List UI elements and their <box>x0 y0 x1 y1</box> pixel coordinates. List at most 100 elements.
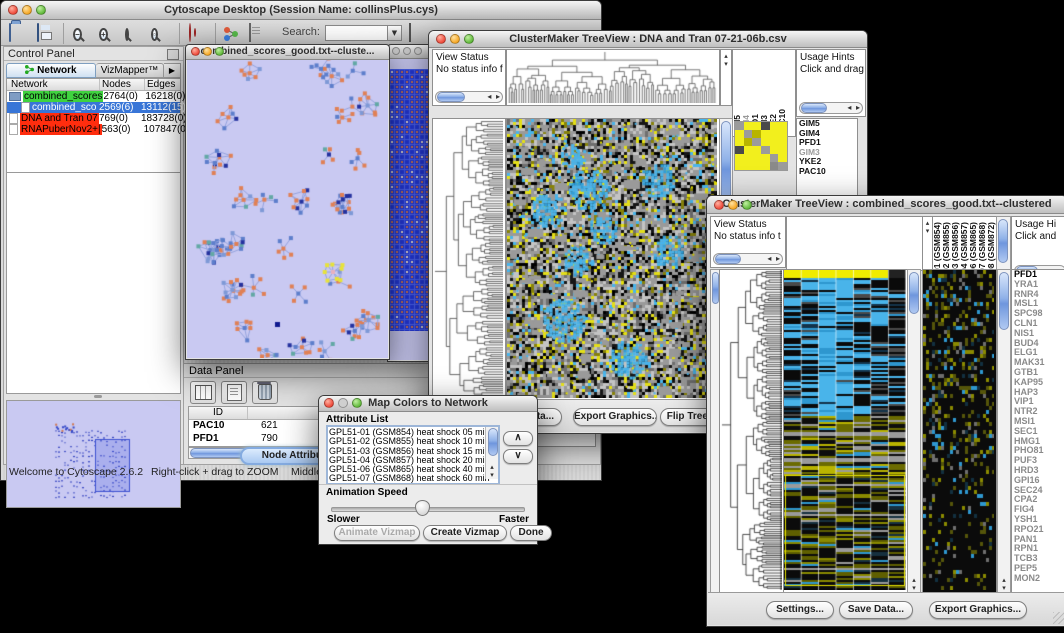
attribute-list-vscrollbar[interactable]: ▴▾ <box>485 427 498 479</box>
gene-name-list[interactable]: PFD1YRA1RNR4MSL1SPC98CLN1NIS1BUD4ELG1MAK… <box>1011 269 1064 593</box>
heatmap-main[interactable] <box>783 269 909 593</box>
zoom-button[interactable] <box>464 34 474 44</box>
status-welcome: Welcome to Cytoscape 2.6.2 <box>9 464 143 480</box>
minimize-button[interactable] <box>450 34 460 44</box>
animation-speed-label: Animation Speed <box>326 487 408 498</box>
zoom-fit-icon <box>125 28 129 41</box>
folder-icon <box>9 92 21 101</box>
zoom-button[interactable] <box>414 47 422 55</box>
minimize-button[interactable] <box>728 200 738 210</box>
float-panel-icon[interactable] <box>167 49 179 60</box>
search-dropdown-button[interactable]: ▼ <box>387 25 402 41</box>
global-vscrollbar[interactable]: ▴▾ <box>997 269 1011 593</box>
close-button[interactable] <box>714 200 724 210</box>
resize-grip[interactable] <box>1053 612 1064 624</box>
zoom-out-icon: − <box>73 28 82 41</box>
network-canvas-area[interactable] <box>389 59 433 360</box>
treeview-window-combined: ClusterMaker TreeView : combined_scores_… <box>706 195 1064 627</box>
close-button[interactable] <box>436 34 446 44</box>
open-session-button[interactable] <box>9 24 31 43</box>
tab-vizmapper[interactable]: VizMapper™ <box>96 63 164 78</box>
close-button[interactable] <box>392 47 400 55</box>
zoom-in-icon: + <box>99 28 108 41</box>
minimize-button[interactable] <box>403 47 411 55</box>
create-vizmap-button[interactable]: Create Vizmap <box>423 525 507 541</box>
global-heatmap-view[interactable] <box>922 269 997 593</box>
network-canvas-area[interactable] <box>187 60 388 358</box>
close-button[interactable] <box>324 398 334 408</box>
zoom-button[interactable] <box>352 398 362 408</box>
network-view-window[interactable]: combined_scores_good.txt--cluste... <box>185 44 390 360</box>
table-row[interactable]: DNA and Tran 07 769(0) 183728(0) <box>7 113 180 124</box>
animate-vizmap-button[interactable]: Animate Vizmap <box>334 525 420 541</box>
save-data-button[interactable]: Save Data... <box>839 601 913 619</box>
heatmap-vscrollbar[interactable]: ▴▾ <box>907 269 921 593</box>
folder-open-icon <box>9 23 11 42</box>
vizmap-shortcut-button[interactable] <box>223 24 245 43</box>
id-column-header[interactable]: ID <box>189 407 248 419</box>
column-dendrogram[interactable] <box>506 49 720 106</box>
main-window-title: Cytoscape Desktop (Session Name: collins… <box>164 4 438 16</box>
network-tab-icon <box>25 65 34 74</box>
zoom-in-button[interactable]: + <box>99 24 121 43</box>
faster-label: Faster <box>499 514 529 525</box>
treeview2-footer: Settings... Save Data... Export Graphics… <box>708 592 1064 625</box>
help-button[interactable] <box>189 24 211 43</box>
minimize-button[interactable] <box>22 5 32 15</box>
attribute-list[interactable]: GPL51-01 (GSM854) heat shock 05 minGPL51… <box>326 425 500 485</box>
zoom-selected-button[interactable]: ▫ <box>151 24 173 43</box>
annotation-button[interactable] <box>249 24 271 43</box>
usage-hints-scrollbar[interactable]: ◂ ▸ <box>799 102 863 114</box>
dense-network-canvas[interactable] <box>389 69 433 331</box>
delete-attribute-button[interactable] <box>252 381 278 404</box>
move-down-button[interactable]: ∨ <box>503 449 533 464</box>
main-titlebar[interactable]: Cytoscape Desktop (Session Name: collins… <box>1 1 601 20</box>
file-icon <box>9 113 18 124</box>
birdseye-canvas[interactable] <box>7 401 180 505</box>
zoom-button[interactable] <box>742 200 752 210</box>
heatmap-main[interactable] <box>506 118 720 401</box>
save-session-button[interactable] <box>37 24 59 43</box>
table-row-selected[interactable]: combined_sco 2569(6) 13112(15) <box>7 102 180 113</box>
status-hint-zoom: Right-click + drag to ZOOM <box>151 464 279 480</box>
zoom-out-button[interactable]: − <box>73 24 95 43</box>
settings-button[interactable]: Settings... <box>766 601 834 619</box>
desktop: Cytoscape Desktop (Session Name: collins… <box>0 0 1064 633</box>
table-row[interactable]: combined_scores 2764(0) 16218(0) <box>7 91 180 102</box>
close-button[interactable] <box>8 5 18 15</box>
table-icon <box>195 385 212 400</box>
zoom-button[interactable] <box>215 47 224 56</box>
create-attribute-button[interactable] <box>221 381 247 404</box>
minimize-button[interactable] <box>338 398 348 408</box>
search-input[interactable] <box>325 25 389 41</box>
global-matrix-view[interactable] <box>734 121 788 171</box>
row-dendrogram[interactable] <box>719 269 785 593</box>
view-status-scrollbar[interactable]: ◂ ▸ <box>435 91 503 103</box>
export-graphics-button[interactable]: Export Graphics... <box>929 601 1027 619</box>
attribute-items[interactable]: GPL51-01 (GSM854) heat shock 05 minGPL51… <box>329 428 485 484</box>
move-up-button[interactable]: ∧ <box>503 431 533 446</box>
control-panel: Control Panel Network VizMapper™ ▶ Netwo… <box>3 46 184 465</box>
row-dendrogram[interactable] <box>432 118 506 401</box>
usage-hints-panel: Usage HintsClick and drag tc ◂ ▸ <box>796 49 866 117</box>
zoom-button[interactable] <box>36 5 46 15</box>
done-button[interactable]: Done <box>510 525 552 541</box>
tab-overflow-button[interactable]: ▶ <box>164 63 181 78</box>
minimize-button[interactable] <box>203 47 212 56</box>
split-handle[interactable] <box>94 395 102 398</box>
slider-thumb[interactable] <box>415 500 430 516</box>
close-button[interactable] <box>191 47 200 56</box>
network-tree-empty-area <box>6 172 181 394</box>
zoom-fit-button[interactable] <box>125 24 147 43</box>
view-status-scrollbar[interactable]: ◂ ▸ <box>713 253 783 265</box>
data-panel-title: Data Panel <box>189 365 243 377</box>
label-scroll-strip[interactable]: ▴▾ <box>720 49 732 106</box>
network-canvas[interactable] <box>187 60 388 358</box>
select-attributes-button[interactable] <box>190 381 216 404</box>
birdseye-view[interactable] <box>6 400 181 508</box>
table-row[interactable]: RNAPuberNov2+| 563(0) 107847(0) <box>7 124 180 135</box>
network-table-header[interactable]: Network Nodes Edges <box>7 79 180 91</box>
tab-network[interactable]: Network <box>6 63 96 78</box>
column-dendrogram[interactable] <box>786 216 924 271</box>
export-graphics-button[interactable]: Export Graphics... <box>573 408 657 426</box>
